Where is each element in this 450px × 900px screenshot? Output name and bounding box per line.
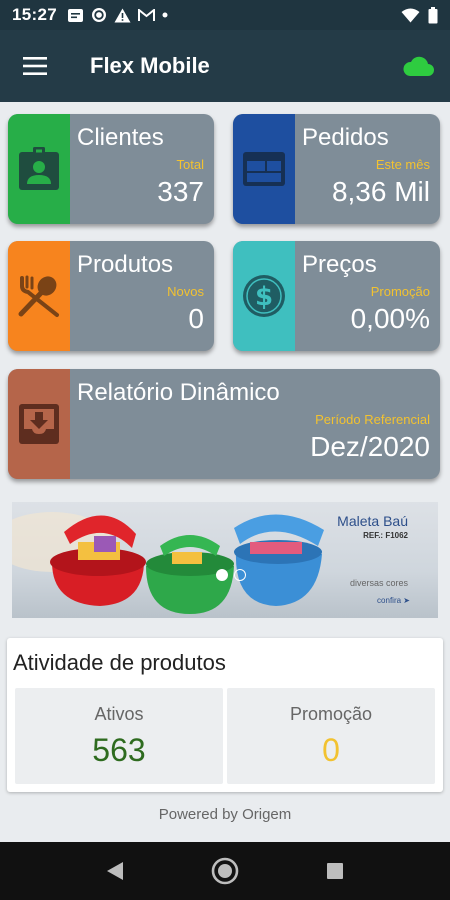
card-relatorio-subtitle: Período Referencial [315,412,430,427]
contact-badge-icon [19,147,59,190]
carousel-dot-1[interactable] [216,569,228,581]
powered-by: Powered by Origem [158,806,292,823]
banner-text: Maleta Baú REF.: F1062 [337,513,408,541]
system-nav-bar [0,842,450,900]
gmail-icon [137,8,155,21]
card-produtos-value: 0 [188,303,204,334]
back-icon [107,862,123,880]
activity-promocao-value: 0 [322,732,340,768]
card-relatorio-title: Relatório Dinâmico [77,379,280,406]
activity-ativos-box[interactable]: Ativos 563 [15,688,223,784]
carousel-indicator [216,569,246,581]
card-precos-body: Preços Promoção 0,00% [295,241,440,351]
message-icon [67,8,83,22]
card-clientes-icon-area [8,114,70,224]
dollar-circle-icon: $ [243,275,285,317]
card-relatorio[interactable]: Relatório Dinâmico Período Referencial D… [8,369,440,479]
activity-ativos-value: 563 [92,732,146,768]
status-icons-right [401,6,438,24]
home-button[interactable] [170,842,280,900]
card-pedidos-subtitle: Este mês [375,157,430,172]
back-button[interactable] [60,842,170,900]
home-icon [211,857,239,885]
card-relatorio-body: Relatório Dinâmico Período Referencial D… [70,369,440,479]
card-produtos-title: Produtos [77,251,174,278]
card-produtos-subtitle: Novos [167,284,204,299]
cloud-sync-button[interactable] [398,46,438,86]
card-precos[interactable]: $ Preços Promoção 0,00% [233,241,440,351]
sync-icon [91,8,106,22]
status-icons-left [67,7,168,23]
svg-text:$: $ [255,282,273,312]
activity-promocao-box[interactable]: Promoção 0 [227,688,435,784]
card-produtos-body: Produtos Novos 0 [70,241,214,351]
card-produtos[interactable]: Produtos Novos 0 [8,241,214,351]
card-precos-subtitle: Promoção [370,284,430,299]
card-precos-title: Preços [302,251,377,278]
banner-title: Maleta Baú [337,513,408,529]
app-bar: Flex Mobile [0,30,450,102]
cloud-icon [403,56,434,76]
banner-cores: diversas cores [349,578,408,588]
card-pedidos-icon-area [233,114,295,224]
card-produtos-icon-area [8,241,70,351]
promo-banner[interactable]: Maleta Baú REF.: F1062 diversas cores co… [12,502,438,618]
card-relatorio-value: Dez/2020 [310,431,430,462]
card-clientes-body: Clientes Total 337 [70,114,214,224]
utensils-icon [18,275,59,317]
card-clientes-value: 337 [157,176,204,207]
card-clientes-title: Clientes [77,124,164,151]
carousel-dot-2[interactable] [234,569,246,581]
activity-panel: Atividade de produtos Ativos 563 Promoçã… [7,638,443,792]
activity-promocao-label: Promoção [289,704,373,724]
card-pedidos-value: 8,36 Mil [331,176,430,207]
battery-icon [428,6,438,23]
status-bar: 15:27 [0,0,450,30]
card-clientes-subtitle: Total [176,157,204,172]
recents-icon [327,863,343,879]
card-precos-icon-area: $ [233,241,295,351]
banner-ref: REF.: F1062 [363,531,408,540]
activity-ativos-label: Ativos [94,704,144,724]
card-precos-value: 0,00% [350,303,430,334]
card-clientes[interactable]: Clientes Total 337 [8,114,214,224]
order-window-icon [243,152,285,186]
dot-icon [162,12,168,18]
recents-button[interactable] [280,842,390,900]
card-relatorio-icon-area [8,369,70,479]
card-pedidos-title: Pedidos [302,124,389,151]
wifi-icon [401,8,420,22]
card-pedidos-body: Pedidos Este mês 8,36 Mil [295,114,440,224]
hamburger-menu-icon [23,57,47,75]
inbox-download-icon [19,404,59,444]
banner-confira-label: confira [377,596,402,605]
banner-confira-link[interactable]: confira ➤ [377,596,410,605]
status-time: 15:27 [12,5,57,24]
chevron-right-icon: ➤ [403,596,410,605]
card-pedidos[interactable]: Pedidos Este mês 8,36 Mil [233,114,440,224]
menu-button[interactable] [0,30,70,102]
activity-title: Atividade de produtos [13,650,226,675]
app-title: Flex Mobile [90,53,210,78]
warning-icon [114,8,131,22]
